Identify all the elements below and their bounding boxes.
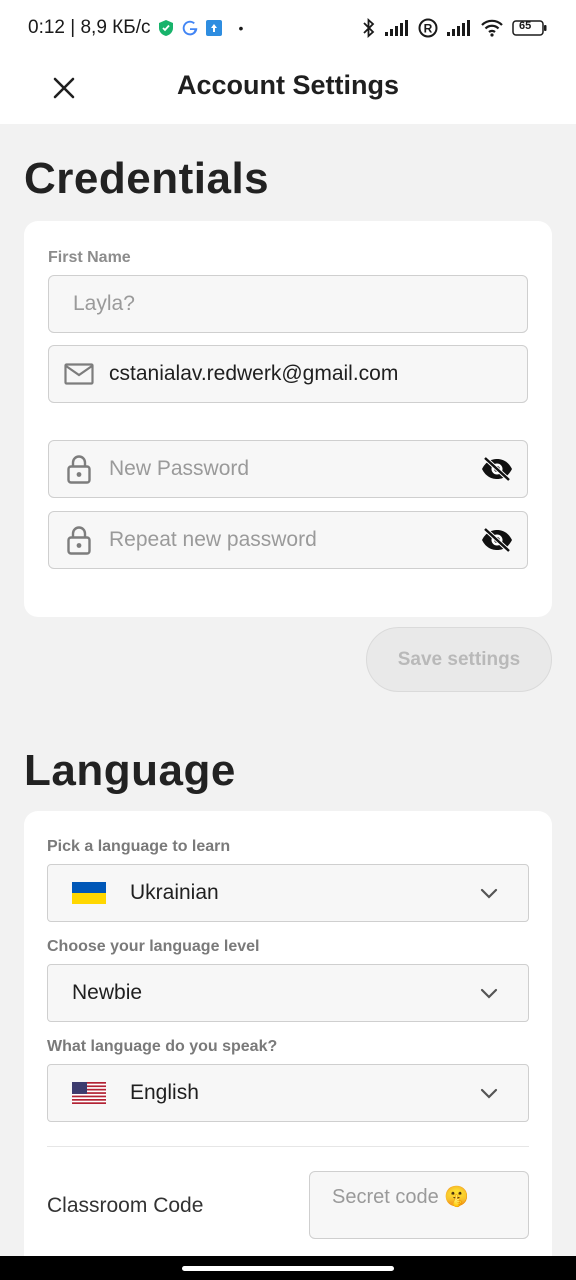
first-name-input[interactable] [49, 276, 527, 332]
language-title: Language [24, 746, 236, 795]
shield-icon [158, 19, 174, 37]
eye-off-icon-2[interactable] [467, 512, 527, 568]
status-right: R 65 [362, 18, 548, 38]
email-field[interactable] [48, 345, 528, 403]
chevron-down-icon-2 [480, 988, 498, 999]
status-left: 0:12 | 8,9 КБ/с • [28, 17, 243, 39]
save-settings-button[interactable]: Save settings [366, 627, 552, 692]
new-password-input[interactable] [109, 441, 467, 497]
registered-letter: R [424, 22, 433, 36]
learn-language-value: Ukrainian [130, 881, 219, 904]
speak-language-select[interactable]: English [47, 1064, 529, 1122]
mail-icon [49, 346, 109, 402]
home-gesture-handle[interactable] [182, 1266, 394, 1271]
eye-off-icon[interactable] [467, 441, 527, 497]
language-level-value: Newbie [72, 981, 143, 1004]
language-level-label: Choose your language level [47, 938, 260, 955]
status-time-speed: 0:12 | 8,9 КБ/с [28, 17, 151, 38]
usa-flag-icon [72, 1082, 106, 1104]
new-password-field[interactable] [48, 440, 528, 498]
google-icon [182, 20, 198, 36]
page-title: Account Settings [176, 70, 399, 100]
lock-icon-2 [49, 512, 109, 568]
classroom-code-field[interactable] [309, 1171, 529, 1239]
registered-icon: R [418, 18, 438, 38]
upload-app-icon [206, 20, 223, 36]
ukraine-flag-icon [72, 882, 106, 904]
email-input[interactable] [109, 346, 527, 402]
language-level-select[interactable]: Newbie [47, 964, 529, 1022]
app-bar: Account Settings [0, 56, 576, 124]
divider [47, 1146, 529, 1147]
repeat-password-input[interactable] [109, 512, 467, 568]
credentials-card: First Name [24, 221, 552, 617]
speak-language-label: What language do you speak? [47, 1038, 278, 1055]
battery-level: 65 [519, 20, 532, 32]
bluetooth-icon [362, 18, 376, 38]
navigation-bar [0, 1256, 576, 1280]
learn-language-select[interactable]: Ukrainian [47, 864, 529, 922]
learn-language-label: Pick a language to learn [47, 838, 231, 855]
wifi-icon [480, 19, 504, 37]
speak-language-value: English [130, 1081, 199, 1104]
language-card: Pick a language to learn Ukrainian Choos… [24, 811, 552, 1271]
chevron-down-icon-3 [480, 1088, 498, 1099]
classroom-code-label: Classroom Code [47, 1194, 204, 1217]
signal-icon [384, 19, 410, 37]
signal-icon-2 [446, 19, 472, 37]
first-name-label: First Name [48, 249, 131, 266]
status-dot: • [238, 20, 244, 36]
credentials-title: Credentials [24, 154, 270, 203]
battery-icon: 65 [512, 19, 548, 37]
lock-icon [49, 441, 109, 497]
chevron-down-icon [480, 888, 498, 899]
classroom-code-input[interactable] [310, 1172, 528, 1223]
status-bar: 0:12 | 8,9 КБ/с • R 65 [0, 0, 576, 56]
repeat-password-field[interactable] [48, 511, 528, 569]
first-name-field[interactable] [48, 275, 528, 333]
